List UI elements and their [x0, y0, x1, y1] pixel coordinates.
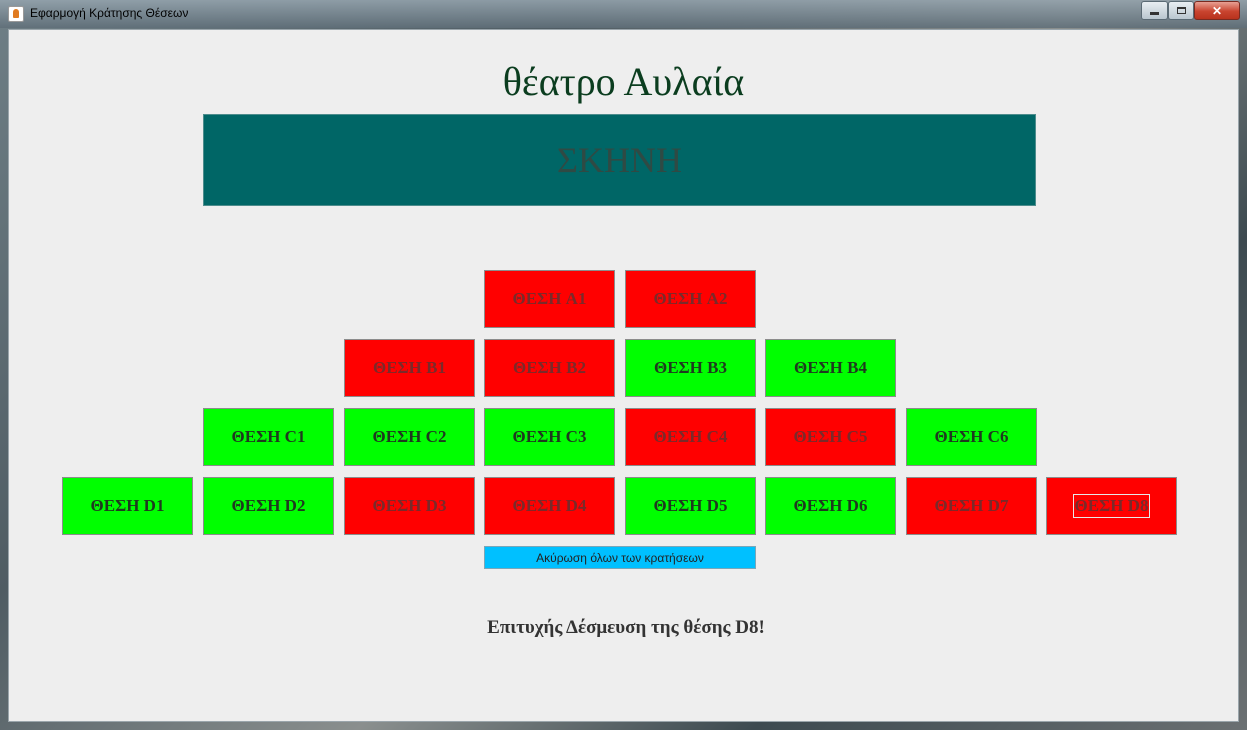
window-title: Εφαρμογή Κράτησης Θέσεων: [30, 6, 189, 20]
seat-label: ΘΕΣΗ C6: [934, 427, 1009, 446]
seat-c1-button[interactable]: ΘΕΣΗ C1: [203, 408, 334, 466]
minimize-button[interactable]: [1141, 1, 1168, 20]
seat-label: ΘΕΣΗ D7: [934, 496, 1009, 515]
seat-label: ΘΕΣΗ D3: [372, 496, 447, 515]
seat-c6-button[interactable]: ΘΕΣΗ C6: [906, 408, 1037, 466]
seat-a2-button[interactable]: ΘΕΣΗ A2: [625, 270, 756, 328]
seat-c4-button[interactable]: ΘΕΣΗ C4: [625, 408, 756, 466]
seat-d3-button[interactable]: ΘΕΣΗ D3: [344, 477, 475, 535]
cancel-all-label: Ακύρωση όλων των κρατήσεων: [536, 550, 704, 565]
maximize-button[interactable]: [1168, 1, 1194, 20]
seat-c2-button[interactable]: ΘΕΣΗ C2: [344, 408, 475, 466]
close-button[interactable]: ✕: [1194, 1, 1240, 20]
seat-b3-button[interactable]: ΘΕΣΗ B3: [625, 339, 756, 397]
maximize-icon: [1176, 7, 1186, 14]
seat-label: ΘΕΣΗ C1: [231, 427, 306, 446]
seat-label: ΘΕΣΗ B1: [373, 358, 446, 377]
java-app-icon: [8, 6, 24, 22]
cancel-all-reservations-button[interactable]: Ακύρωση όλων των κρατήσεων: [484, 546, 756, 569]
seat-d2-button[interactable]: ΘΕΣΗ D2: [203, 477, 334, 535]
close-icon: ✕: [1211, 3, 1223, 18]
seat-label: ΘΕΣΗ B3: [654, 358, 727, 377]
title-bar[interactable]: Εφαρμογή Κράτησης Θέσεων ✕: [0, 0, 1247, 28]
stage-label: ΣΚΗΝΗ: [557, 140, 682, 180]
seat-label: ΘΕΣΗ B4: [794, 358, 867, 377]
seat-label: ΘΕΣΗ D6: [793, 496, 868, 515]
seat-label: ΘΕΣΗ D5: [653, 496, 728, 515]
seat-label: ΘΕΣΗ A1: [512, 289, 587, 308]
seat-d8-button[interactable]: ΘΕΣΗ D8: [1046, 477, 1177, 535]
seat-label: ΘΕΣΗ C3: [512, 427, 587, 446]
app-window: Εφαρμογή Κράτησης Θέσεων ✕ θέατρο Αυλαία…: [0, 0, 1247, 730]
seat-d7-button[interactable]: ΘΕΣΗ D7: [906, 477, 1037, 535]
seat-label: ΘΕΣΗ B2: [513, 358, 586, 377]
seat-d1-button[interactable]: ΘΕΣΗ D1: [62, 477, 193, 535]
seat-c5-button[interactable]: ΘΕΣΗ C5: [765, 408, 896, 466]
seat-b1-button[interactable]: ΘΕΣΗ B1: [344, 339, 475, 397]
seat-a1-button[interactable]: ΘΕΣΗ A1: [484, 270, 615, 328]
seat-b2-button[interactable]: ΘΕΣΗ B2: [484, 339, 615, 397]
seat-label: ΘΕΣΗ D4: [512, 496, 587, 515]
minimize-icon: [1150, 12, 1159, 15]
seat-label: ΘΕΣΗ C5: [793, 427, 868, 446]
seat-d6-button[interactable]: ΘΕΣΗ D6: [765, 477, 896, 535]
seat-label: ΘΕΣΗ D8: [1072, 494, 1151, 518]
seat-label: ΘΕΣΗ C4: [653, 427, 728, 446]
seat-label: ΘΕΣΗ D2: [231, 496, 306, 515]
seat-label: ΘΕΣΗ A2: [653, 289, 728, 308]
seat-label: ΘΕΣΗ C2: [372, 427, 447, 446]
status-message: Επιτυχής Δέσμευση της θέσης D8!: [487, 617, 765, 638]
seat-d4-button[interactable]: ΘΕΣΗ D4: [484, 477, 615, 535]
seat-b4-button[interactable]: ΘΕΣΗ B4: [765, 339, 896, 397]
stage-panel: ΣΚΗΝΗ: [203, 114, 1036, 206]
seat-d5-button[interactable]: ΘΕΣΗ D5: [625, 477, 756, 535]
seat-c3-button[interactable]: ΘΕΣΗ C3: [484, 408, 615, 466]
seat-label: ΘΕΣΗ D1: [90, 496, 165, 515]
theatre-title: θέατρο Αυλαία: [502, 59, 745, 104]
